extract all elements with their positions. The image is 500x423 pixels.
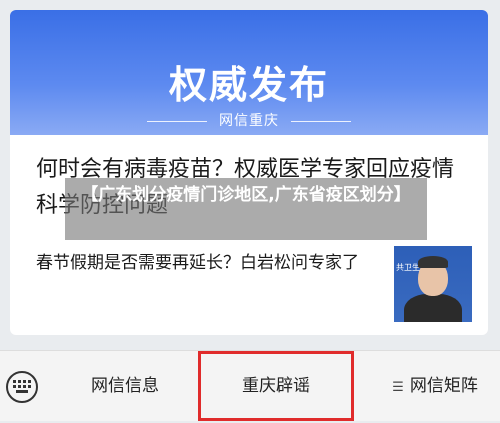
article-card: 权威发布 网信重庆 何时会有病毒疫苗？权威医学专家回应疫情科学防控问题 春节假期… — [10, 10, 488, 335]
thumbnail-caption: 共卫生 — [396, 263, 420, 272]
caption-overlay: 【广东划分疫情门诊地区,广东省疫区划分】 — [65, 178, 427, 240]
tab-wangxin-matrix-label: 网信矩阵 — [409, 376, 478, 396]
app-screen: 权威发布 网信重庆 何时会有病毒疫苗？权威医学专家回应疫情科学防控问题 春节假期… — [0, 0, 500, 421]
tab-wangxin-info[interactable]: 网信信息 — [55, 351, 195, 421]
banner-source-label: 网信重庆 — [219, 113, 279, 129]
person-body — [404, 294, 462, 322]
news-item-link[interactable]: 春节假期是否需要再延长？白岩松问专家了 — [36, 248, 386, 278]
person-hair — [418, 256, 448, 268]
news-thumbnail[interactable]: 共卫生 — [394, 246, 472, 322]
tab-chongqing-rumor[interactable]: 重庆辟谣 — [198, 351, 354, 421]
announcement-banner[interactable]: 权威发布 网信重庆 — [10, 10, 488, 135]
divider-left — [147, 120, 207, 122]
bottom-menu-bar: 网信信息 重庆辟谣 ☰ 网信矩阵 — [0, 350, 500, 421]
banner-source: 网信重庆 — [10, 110, 488, 130]
tab-wangxin-matrix[interactable]: ☰ 网信矩阵 — [370, 351, 500, 421]
banner-title: 权威发布 — [168, 63, 329, 107]
keyboard-icon[interactable] — [6, 371, 38, 403]
divider-right — [291, 120, 351, 122]
menu-icon: ☰ — [392, 380, 404, 395]
